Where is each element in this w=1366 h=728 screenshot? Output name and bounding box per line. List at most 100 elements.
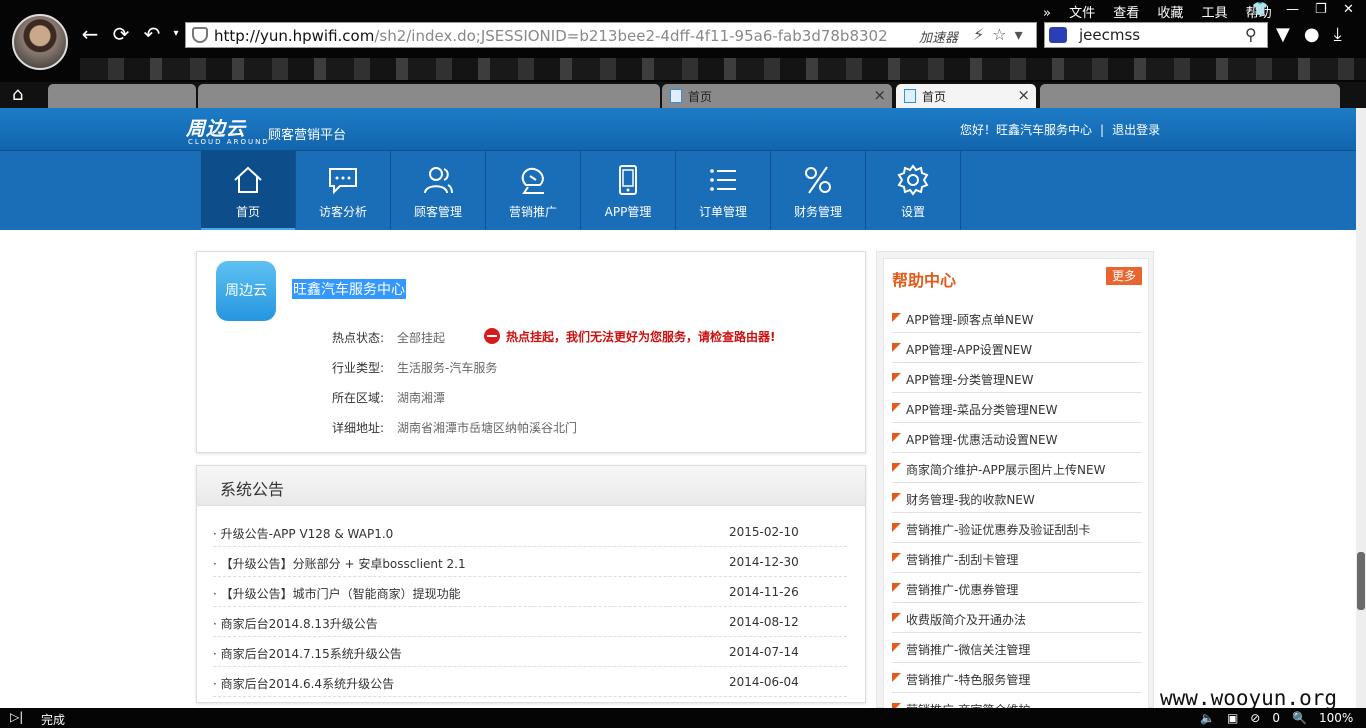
notice-link[interactable]: · 升级公告-APP V128 & WAP1.0	[213, 525, 393, 542]
chat-bubble-icon[interactable]: ●	[1304, 24, 1334, 45]
help-item[interactable]: 营销推广-优惠券管理	[892, 573, 1142, 603]
tab-blurred-3[interactable]	[1040, 84, 1340, 108]
help-link[interactable]: APP管理-分类管理NEW	[906, 371, 1033, 388]
help-link[interactable]: APP管理-APP设置NEW	[906, 341, 1032, 358]
help-link[interactable]: 商家简介维护-APP展示图片上传NEW	[906, 461, 1105, 478]
tab-bar: ⌂ 首页 × 首页 ×	[0, 82, 1366, 108]
notice-link[interactable]: · 商家后台2014.7.15系统升级公告	[213, 645, 402, 662]
menu-item-tools[interactable]: 工具	[1202, 6, 1228, 21]
scrollbar-thumb[interactable]	[1357, 552, 1365, 610]
greeting-link[interactable]: 您好！旺鑫汽车服务中心	[960, 123, 1092, 137]
help-link[interactable]: APP管理-菜品分类管理NEW	[906, 401, 1057, 418]
user-avatar[interactable]	[12, 14, 68, 70]
help-link[interactable]: 收费版简介及开通办法	[906, 611, 1026, 628]
menu-item-view[interactable]: 查看	[1113, 6, 1139, 21]
tab-close-icon[interactable]: ×	[873, 86, 886, 104]
help-item[interactable]: 营销推广-特色服务管理	[892, 663, 1142, 693]
nav-item-order-management[interactable]: 订单管理	[676, 151, 771, 231]
url-text[interactable]: http://yun.hpwifi.com/sh2/index.do;JSESS…	[214, 27, 888, 45]
help-item[interactable]: APP管理-优惠活动设置NEW	[892, 423, 1142, 453]
help-link[interactable]: 营销推广-优惠券管理	[906, 581, 1018, 598]
help-link[interactable]: 营销推广-验证优惠券及验证刮刮卡	[906, 521, 1090, 538]
notice-item[interactable]: · 【升级公告】分账部分 + 安卓bossclient 2.1 2014-12-3…	[213, 547, 847, 577]
accelerator-label[interactable]: 加速器	[919, 27, 958, 46]
page-scrollbar[interactable]	[1356, 108, 1366, 708]
help-link[interactable]: 营销推广-特色服务管理	[906, 671, 1030, 688]
tab-blurred-1[interactable]	[48, 84, 196, 108]
notice-item[interactable]: · 升级公告-APP V128 & WAP1.0 2015-02-10	[213, 517, 847, 547]
triangle-bullet-icon	[892, 373, 901, 382]
address-bar[interactable]: http://yun.hpwifi.com/sh2/index.do;JSESS…	[185, 22, 1037, 48]
nav-item-marketing[interactable]: 营销推广	[486, 151, 581, 231]
help-list: APP管理-顾客点单NEW APP管理-APP设置NEW APP管理-分类管理N…	[892, 303, 1142, 723]
zoom-icon[interactable]: 🔍	[1292, 711, 1307, 725]
search-input[interactable]: jeecmss	[1079, 26, 1140, 44]
close-window-icon[interactable]: ✕	[1343, 2, 1354, 17]
help-item[interactable]: 商家简介维护-APP展示图片上传NEW	[892, 453, 1142, 483]
help-item[interactable]: APP管理-菜品分类管理NEW	[892, 393, 1142, 423]
undo-icon[interactable]: ↶	[140, 22, 164, 46]
nav-item-finance-management[interactable]: 财务管理	[771, 151, 866, 231]
nav-item-settings[interactable]: 设置	[866, 151, 961, 231]
tab-blurred-2[interactable]	[198, 84, 660, 108]
nav-item-home[interactable]: 首页	[201, 151, 296, 231]
nav-label: 访客分析	[318, 205, 367, 219]
help-item[interactable]: APP管理-分类管理NEW	[892, 363, 1142, 393]
shield-extension-icon[interactable]: ▼	[1276, 24, 1304, 45]
help-item[interactable]: 营销推广-验证优惠券及验证刮刮卡	[892, 513, 1142, 543]
back-arrow-icon[interactable]: ←	[78, 22, 102, 46]
notice-item[interactable]: · 商家后台2014.6.4系统升级公告 2014-06-04	[213, 667, 847, 697]
screenshot-icon[interactable]: ▣	[1227, 711, 1238, 725]
nav-item-app-management[interactable]: APP管理	[581, 151, 676, 231]
baidu-paw-icon[interactable]	[1049, 27, 1067, 43]
help-more-button[interactable]: 更多	[1106, 267, 1142, 285]
refresh-icon[interactable]: ⟳	[109, 22, 133, 46]
lightning-icon[interactable]: ⚡	[973, 25, 992, 44]
star-icon[interactable]: ☆	[992, 25, 1014, 44]
menu-item-favorites[interactable]: 收藏	[1157, 6, 1183, 21]
adblock-icon[interactable]: ⊘	[1250, 711, 1260, 725]
main-nav: 首页 访客分析 顾客管理 营销推广 APP管理 订单管理 财务管理 设置	[0, 150, 1356, 231]
minimize-icon[interactable]: —	[1286, 2, 1299, 17]
menu-item-file[interactable]: 文件	[1069, 6, 1095, 21]
nav-item-visitor-analysis[interactable]: 访客分析	[296, 151, 391, 231]
help-item[interactable]: APP管理-APP设置NEW	[892, 333, 1142, 363]
notice-link[interactable]: · 商家后台2014.6.4系统升级公告	[213, 675, 394, 692]
notice-link[interactable]: · 商家后台2014.8.13升级公告	[213, 615, 378, 632]
triangle-bullet-icon	[892, 583, 901, 592]
volume-icon[interactable]: 🔈	[1200, 711, 1215, 725]
tab-home-inactive[interactable]: 首页 ×	[662, 84, 892, 108]
tab-home-active[interactable]: 首页 ×	[896, 84, 1036, 108]
notice-item[interactable]: · 【升级公告】城市门户（智能商家）提现功能 2014-11-26	[213, 577, 847, 607]
menu-expand-icon[interactable]: »	[1043, 6, 1051, 21]
help-link[interactable]: APP管理-优惠活动设置NEW	[906, 431, 1057, 448]
url-action-icons[interactable]: ⚡☆▾	[973, 25, 1031, 44]
notice-item[interactable]: · 商家后台2014.8.13升级公告 2014-08-12	[213, 607, 847, 637]
logout-link[interactable]: 退出登录	[1112, 123, 1160, 137]
help-link[interactable]: 营销推广-刮刮卡管理	[906, 551, 1018, 568]
help-item[interactable]: 收费版简介及开通办法	[892, 603, 1142, 633]
help-link[interactable]: APP管理-顾客点单NEW	[906, 311, 1033, 328]
notice-link[interactable]: · 【升级公告】分账部分 + 安卓bossclient 2.1	[213, 555, 466, 572]
notice-link[interactable]: · 【升级公告】城市门户（智能商家）提现功能	[213, 585, 461, 602]
help-link[interactable]: 财务管理-我的收款NEW	[906, 491, 1035, 508]
home-icon[interactable]: ⌂	[12, 84, 23, 105]
search-icon[interactable]: ⚲	[1245, 25, 1257, 44]
download-icon[interactable]: ⤓	[1334, 24, 1356, 45]
nav-item-customer-management[interactable]: 顾客管理	[391, 151, 486, 231]
help-link[interactable]: 营销推广-微信关注管理	[906, 641, 1030, 658]
industry-row: 行业类型: 生活服务-汽车服务	[332, 359, 497, 376]
help-item[interactable]: 营销推广-刮刮卡管理	[892, 543, 1142, 573]
help-item[interactable]: 财务管理-我的收款NEW	[892, 483, 1142, 513]
notice-item[interactable]: · 商家后台2014.7.15系统升级公告 2014-07-14	[213, 637, 847, 667]
dropdown-arrow-icon[interactable]: ▾	[1015, 25, 1031, 44]
search-box[interactable]: jeecmss ⚲	[1044, 22, 1268, 48]
tab-close-icon[interactable]: ×	[1017, 86, 1030, 104]
sidebar-toggle-icon[interactable]: ▷|	[10, 710, 23, 724]
site-logo[interactable]: 周边云 顾客营销平台 CLOUD AROUND	[186, 114, 346, 146]
restore-icon[interactable]: ❐	[1315, 2, 1327, 17]
help-item[interactable]: APP管理-顾客点单NEW	[892, 303, 1142, 333]
skin-icon[interactable]: 👕	[1252, 2, 1268, 17]
help-item[interactable]: 营销推广-微信关注管理	[892, 633, 1142, 663]
zoom-level[interactable]: 100%	[1319, 711, 1353, 725]
